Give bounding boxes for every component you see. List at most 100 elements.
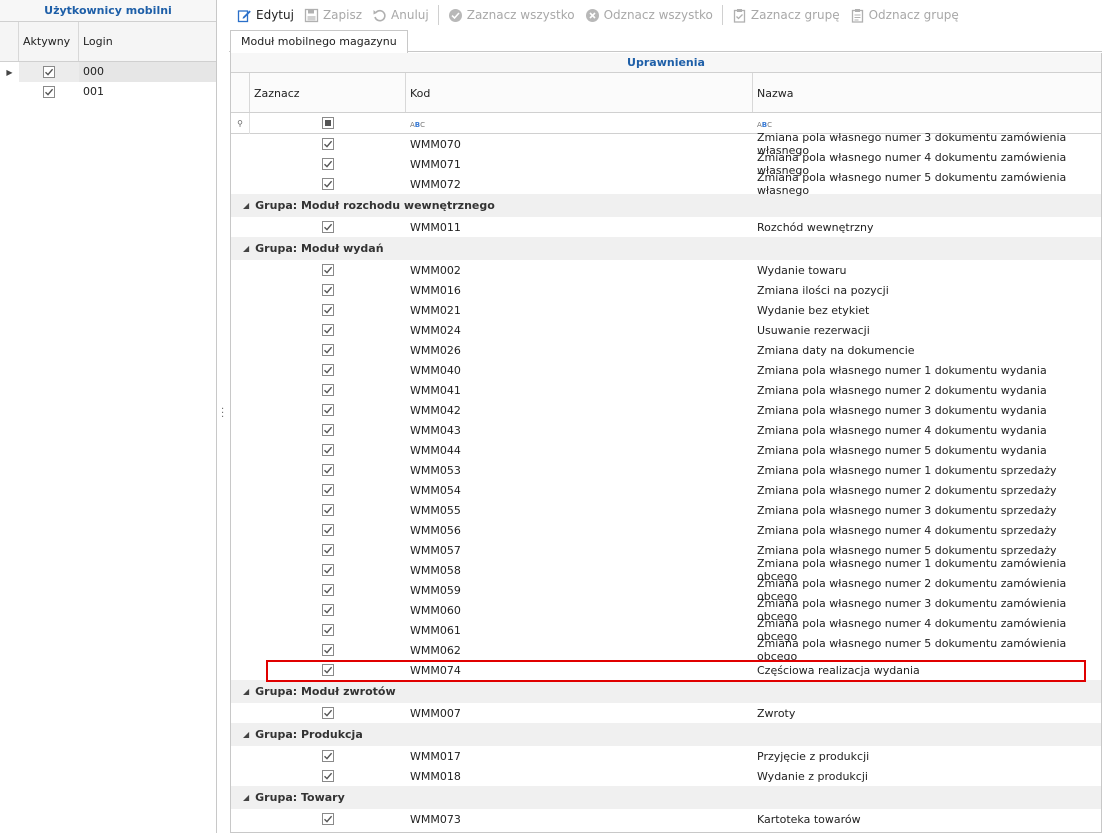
permission-row[interactable]: WMM016 Zmiana ilości na pozycji [231,280,1101,300]
permission-row[interactable]: WMM055 Zmiana pola własnego numer 3 dokum… [231,500,1101,520]
collapse-arrow-icon[interactable]: ◢ [243,244,249,253]
permission-row[interactable]: WMM041 Zmiana pola własnego numer 2 dokum… [231,380,1101,400]
permission-row[interactable]: WMM043 Zmiana pola własnego numer 4 dokum… [231,420,1101,440]
permission-checkbox[interactable] [322,504,334,516]
column-header-select[interactable]: Zaznacz [250,73,406,112]
permission-row[interactable]: WMM053 Zmiana pola własnego numer 1 dokum… [231,460,1101,480]
permission-row[interactable]: WMM011 Rozchód wewnętrzny [231,217,1101,237]
permission-checkbox[interactable] [322,750,334,762]
group-row[interactable]: ◢ Grupa: Moduł rozchodu wewnętrznego [231,194,1101,217]
permission-checkbox[interactable] [322,604,334,616]
button-label: Zapisz [322,8,363,22]
collapse-arrow-icon[interactable]: ◢ [243,687,249,696]
button-label: Edytuj [256,8,294,22]
odznacz-grupe-button[interactable]: Odznacz grupę [846,3,963,27]
anuluj-button[interactable]: Anuluj [368,3,433,27]
permission-checkbox[interactable] [322,770,334,782]
permission-row[interactable]: WMM026 Zmiana daty na dokumencie [231,340,1101,360]
permission-name: Przyjęcie z produkcji [757,749,870,763]
collapse-arrow-icon[interactable]: ◢ [243,793,249,802]
permission-checkbox[interactable] [322,221,334,233]
collapse-arrow-icon[interactable]: ◢ [243,201,249,210]
permission-checkbox[interactable] [322,484,334,496]
panel-splitter[interactable]: · · · [217,0,229,833]
zaznacz-wszystko-button[interactable]: Zaznacz wszystko [444,3,579,27]
permission-row[interactable]: WMM024 Usuwanie rezerwacji [231,320,1101,340]
permission-checkbox[interactable] [322,564,334,576]
permission-code: WMM058 [410,563,461,577]
permission-checkbox[interactable] [322,444,334,456]
tab-mobile-warehouse-module[interactable]: Moduł mobilnego magazynu [230,30,408,53]
permission-row[interactable]: WMM017 Przyjęcie z produkcji [231,746,1101,766]
permission-checkbox[interactable] [322,424,334,436]
permission-name: Zmiana daty na dokumencie [757,343,915,357]
permission-checkbox[interactable] [322,664,334,676]
permission-checkbox[interactable] [322,138,334,150]
permission-code: WMM057 [410,543,461,557]
permission-checkbox[interactable] [322,404,334,416]
permission-checkbox[interactable] [322,584,334,596]
select-all-checkbox[interactable] [322,117,334,129]
permission-checkbox[interactable] [322,544,334,556]
permission-checkbox[interactable] [322,304,334,316]
permission-row[interactable]: WMM040 Zmiana pola własnego numer 1 dokum… [231,360,1101,380]
permission-row[interactable]: WMM056 Zmiana pola własnego numer 4 dokum… [231,520,1101,540]
active-checkbox[interactable] [43,86,55,98]
permission-checkbox[interactable] [322,178,334,190]
group-label: Grupa: Produkcja [255,728,363,741]
active-checkbox[interactable] [43,66,55,78]
edytuj-button[interactable]: Edytuj [233,3,298,27]
permission-row[interactable]: WMM007 Zwroty [231,703,1101,723]
permission-code: WMM059 [410,583,461,597]
permissions-grid: Uprawnienia Zaznacz Kod Nazwa ⚲ ABC ABC … [230,53,1102,833]
permission-checkbox[interactable] [322,158,334,170]
permission-checkbox[interactable] [322,813,334,825]
check-circle-icon [448,8,463,23]
column-header-name[interactable]: Nazwa [753,73,1101,112]
mobile-users-title: Użytkownicy mobilni [0,0,216,22]
group-row[interactable]: ◢ Grupa: Moduł zwrotów [231,680,1101,703]
permission-row[interactable]: WMM054 Zmiana pola własnego numer 2 dokum… [231,480,1101,500]
column-header-code[interactable]: Kod [406,73,753,112]
permission-row[interactable]: WMM072 Zmiana pola własnego numer 5 dokum… [231,171,1101,197]
permission-name: Zmiana pola własnego numer 3 dokumentu s… [757,503,1057,517]
permission-checkbox[interactable] [322,364,334,376]
permission-checkbox[interactable] [322,264,334,276]
permission-checkbox[interactable] [322,324,334,336]
permission-row[interactable]: WMM044 Zmiana pola własnego numer 5 dokum… [231,440,1101,460]
permission-row[interactable]: WMM018 Wydanie z produkcji [231,766,1101,786]
button-label: Odznacz wszystko [603,8,713,22]
group-row[interactable]: ◢ Grupa: Towary [231,786,1101,809]
permission-checkbox[interactable] [322,524,334,536]
mobile-users-list: ▶ 000 001 [0,62,216,102]
highlighted-permission-row[interactable]: WMM074 Częściowa realizacja wydania [231,660,1101,680]
odznacz-wszystko-button[interactable]: Odznacz wszystko [581,3,717,27]
permission-name: Zmiana ilości na pozycji [757,283,889,297]
group-row[interactable]: ◢ Grupa: Produkcja [231,723,1101,746]
permission-row[interactable]: WMM073 Kartoteka towarów [231,809,1101,829]
permission-name: Zmiana pola własnego numer 5 dokumentu z… [757,171,1067,197]
column-header-active[interactable]: Aktywny [19,22,79,61]
column-header-login[interactable]: Login [79,22,216,61]
permission-checkbox[interactable] [322,707,334,719]
permission-checkbox[interactable] [322,624,334,636]
permission-code: WMM021 [410,303,461,317]
permission-checkbox[interactable] [322,344,334,356]
zaznacz-grupe-button[interactable]: Zaznacz grupę [728,3,844,27]
permission-row[interactable]: WMM042 Zmiana pola własnego numer 3 dokum… [231,400,1101,420]
user-row[interactable]: ▶ 000 [0,62,216,82]
zapisz-button[interactable]: Zapisz [300,3,366,27]
permission-row[interactable]: WMM021 Wydanie bez etykiet [231,300,1101,320]
group-row[interactable]: ◢ Grupa: Moduł wydań [231,237,1101,260]
collapse-arrow-icon[interactable]: ◢ [243,730,249,739]
abc-filter-icon[interactable]: ABC [757,121,772,129]
permission-row[interactable]: WMM002 Wydanie towaru [231,260,1101,280]
permission-checkbox[interactable] [322,384,334,396]
permission-checkbox[interactable] [322,284,334,296]
button-label: Zaznacz grupę [750,8,840,22]
permission-checkbox[interactable] [322,464,334,476]
permission-row[interactable]: WMM062 Zmiana pola własnego numer 5 dokum… [231,637,1101,663]
abc-filter-icon[interactable]: ABC [410,121,425,129]
permission-checkbox[interactable] [322,644,334,656]
user-row[interactable]: 001 [0,82,216,102]
